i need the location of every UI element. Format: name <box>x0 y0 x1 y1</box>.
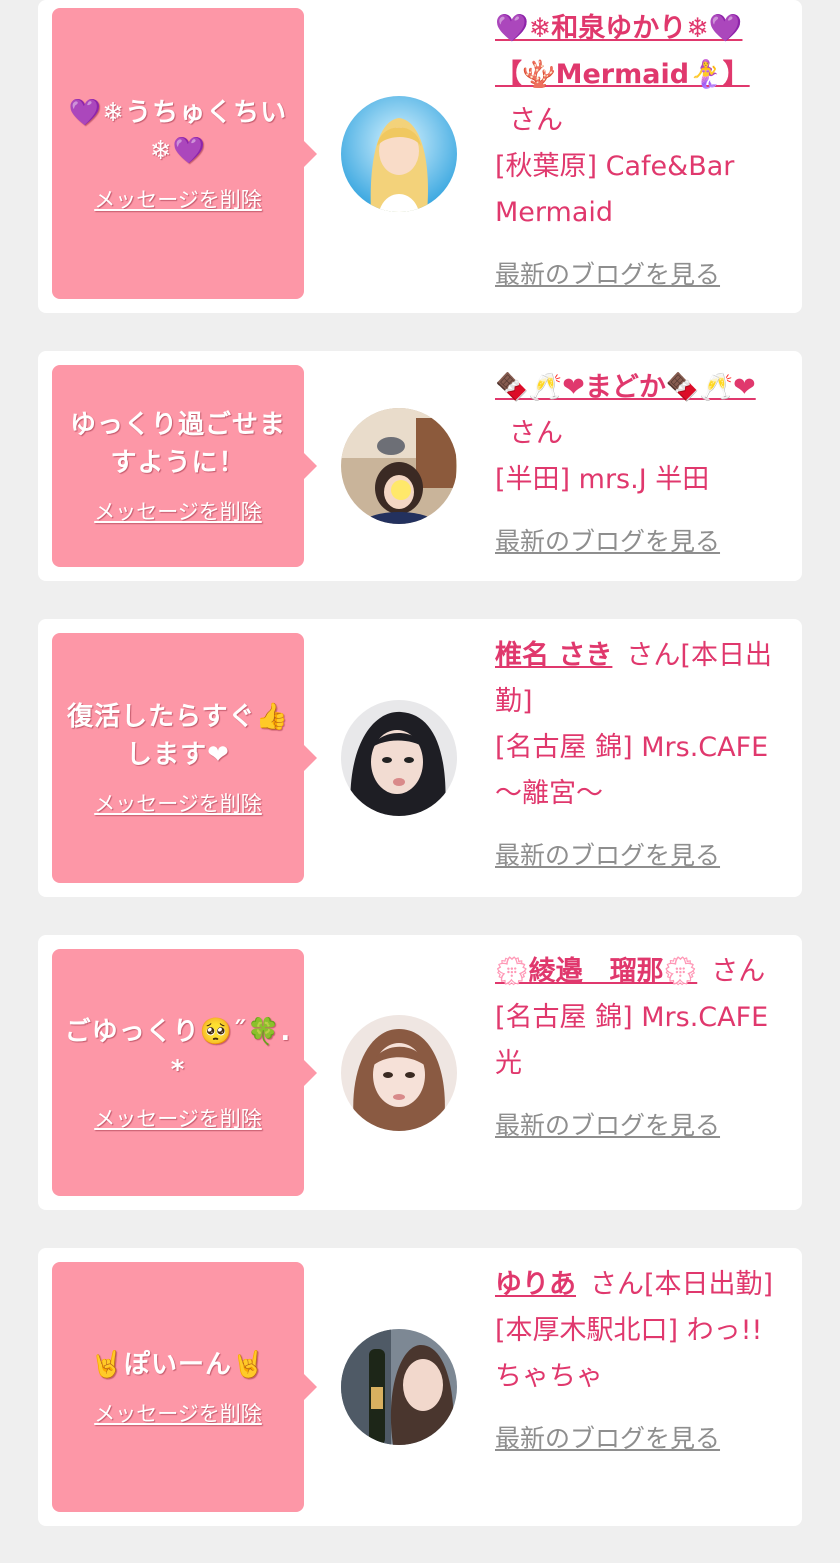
san-suffix: さん <box>711 956 766 987</box>
avatar-photo <box>341 408 457 524</box>
latest-blog-link[interactable]: 最新のブログを見る <box>495 252 781 298</box>
message-text: 💜❄うちゅくちい❄💜 <box>68 97 288 166</box>
message-text: ごゆっくり🥺˝🍀.* <box>64 1016 292 1085</box>
girl-name-link[interactable]: 椎名 さき <box>495 640 612 671</box>
shop-name: [半田] mrs.J 半田 <box>495 464 710 495</box>
avatar-photo <box>341 96 457 212</box>
delete-message-link[interactable]: メッセージを削除 <box>94 1103 262 1133</box>
shop-name: [名古屋 錦] Mrs.CAFE 光 <box>495 1002 769 1079</box>
avatar[interactable] <box>341 408 457 524</box>
avatar[interactable] <box>341 1015 457 1131</box>
delete-message-link[interactable]: メッセージを削除 <box>94 1398 262 1428</box>
message-bubble: 復活したらすぐ👍します❤ メッセージを削除 <box>52 633 317 883</box>
latest-blog-link[interactable]: 最新のブログを見る <box>495 519 781 565</box>
girl-info: 椎名 さき さん[本日出勤] [名古屋 錦] Mrs.CAFE 〜離宮〜 最新のブ… <box>495 633 781 879</box>
shop-name: [本厚木駅北口] わっ!!ちゃちゃ <box>495 1315 763 1392</box>
san-suffix: さん <box>509 105 563 136</box>
girl-name-link[interactable]: 💜❄和泉ゆかり❄💜【🪸Mermaid🧜‍♀️】 <box>495 13 750 90</box>
message-card: 💜❄うちゅくちい❄💜 メッセージを削除 💜❄和泉ゆかり❄💜【🪸Mermaid🧜‍… <box>38 0 802 313</box>
avatar[interactable] <box>341 1329 457 1445</box>
girl-name-link[interactable]: 💮綾邉 瑠那💮 <box>495 956 697 987</box>
message-bubble: ごゆっくり🥺˝🍀.* メッセージを削除 <box>52 949 317 1196</box>
girl-info: 💜❄和泉ゆかり❄💜【🪸Mermaid🧜‍♀️】さん [秋葉原] Cafe&Bar… <box>495 6 781 298</box>
message-card: ごゆっくり🥺˝🍀.* メッセージを削除 💮綾邉 瑠那💮 さん [名古屋 錦] Mr… <box>38 935 802 1210</box>
girl-name-link[interactable]: 🍫🥂❤まどか🍫🥂❤ <box>495 372 756 403</box>
shop-name: [秋葉原] Cafe&Bar Mermaid <box>495 151 735 228</box>
girl-name-link[interactable]: ゆりあ <box>495 1269 576 1300</box>
san-suffix: さん[本日出勤] <box>590 1269 774 1300</box>
message-text: 復活したらすぐ👍します❤ <box>67 702 289 770</box>
message-text: 🤘ぽいーん🤘 <box>90 1350 266 1380</box>
message-bubble: 🤘ぽいーん🤘 メッセージを削除 <box>52 1262 317 1512</box>
latest-blog-link[interactable]: 最新のブログを見る <box>495 1416 781 1462</box>
avatar[interactable] <box>341 96 457 212</box>
shop-name: [名古屋 錦] Mrs.CAFE 〜離宮〜 <box>495 732 769 809</box>
message-text: ゆっくり過ごせますように！ <box>69 410 286 478</box>
message-bubble: 💜❄うちゅくちい❄💜 メッセージを削除 <box>52 8 317 299</box>
girl-info: 💮綾邉 瑠那💮 さん [名古屋 錦] Mrs.CAFE 光 最新のブログを見る <box>495 949 781 1149</box>
message-card: 復活したらすぐ👍します❤ メッセージを削除 椎名 さき さん[本日出勤] [名古屋… <box>38 619 802 897</box>
san-suffix: さん <box>509 418 563 449</box>
message-bubble: ゆっくり過ごせますように！ メッセージを削除 <box>52 365 317 567</box>
latest-blog-link[interactable]: 最新のブログを見る <box>495 833 781 879</box>
message-card: ゆっくり過ごせますように！ メッセージを削除 🍫🥂❤まどか🍫🥂❤ さん [半田] … <box>38 351 802 581</box>
girl-info: ゆりあ さん[本日出勤] [本厚木駅北口] わっ!!ちゃちゃ 最新のブログを見る <box>495 1262 781 1462</box>
avatar[interactable] <box>341 700 457 816</box>
delete-message-link[interactable]: メッセージを削除 <box>94 788 262 818</box>
girl-info: 🍫🥂❤まどか🍫🥂❤ さん [半田] mrs.J 半田 最新のブログを見る <box>495 365 781 565</box>
avatar-photo <box>341 1015 457 1131</box>
delete-message-link[interactable]: メッセージを削除 <box>94 184 262 214</box>
delete-message-link[interactable]: メッセージを削除 <box>94 496 262 526</box>
message-card: 🤘ぽいーん🤘 メッセージを削除 ゆりあ さん[本日出勤] [本厚木駅北口] わっ!… <box>38 1248 802 1526</box>
avatar-photo <box>341 700 457 816</box>
avatar-photo <box>341 1329 457 1445</box>
latest-blog-link[interactable]: 最新のブログを見る <box>495 1103 781 1149</box>
